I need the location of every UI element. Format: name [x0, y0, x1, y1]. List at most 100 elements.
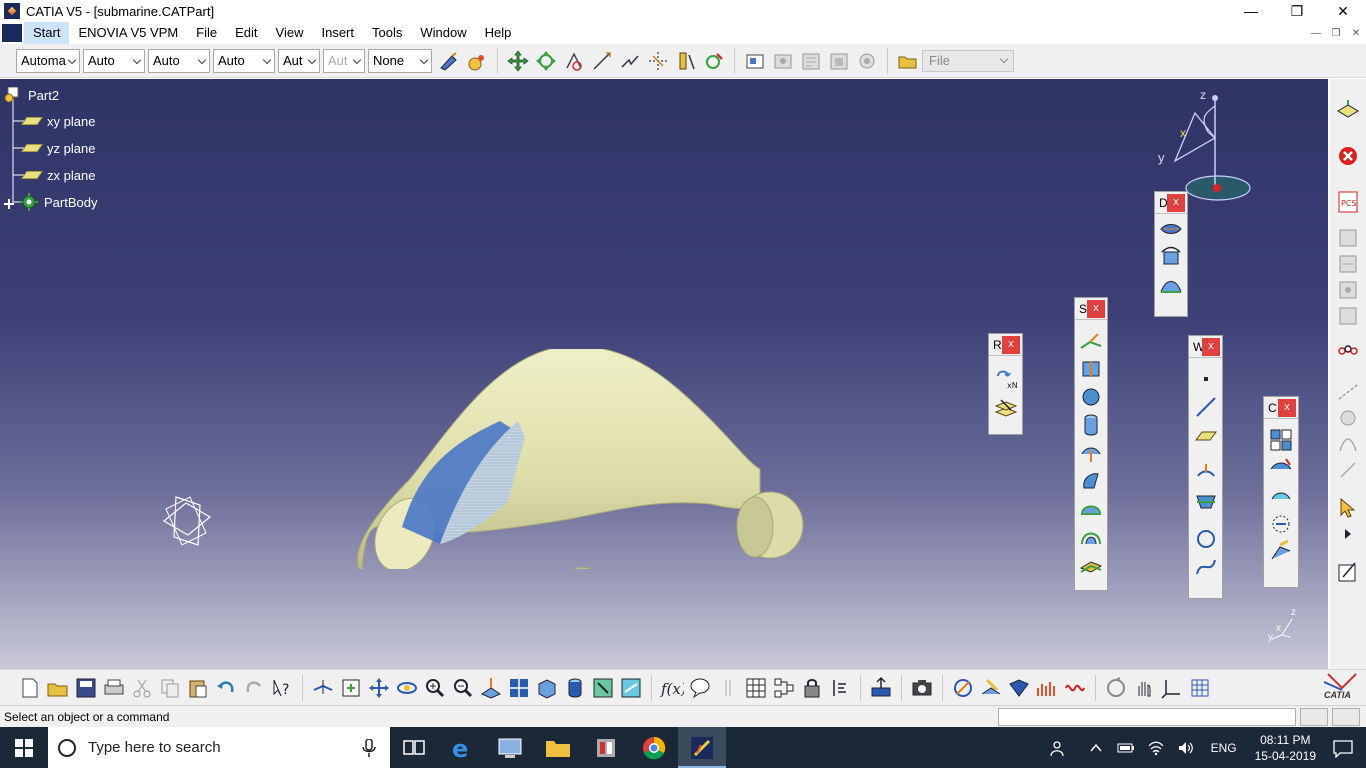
close-r-button[interactable]: x: [1002, 336, 1020, 354]
spline-icon[interactable]: [1193, 554, 1219, 580]
expand-plus-icon[interactable]: [4, 197, 14, 209]
catia-app[interactable]: [678, 727, 726, 768]
zoom-in-icon[interactable]: [423, 676, 447, 700]
menu-view[interactable]: View: [267, 22, 313, 44]
multi-view-icon[interactable]: [507, 676, 531, 700]
restore-button[interactable]: ❐: [1274, 0, 1320, 22]
battery-icon[interactable]: [1117, 741, 1135, 755]
tree-item-zx-plane[interactable]: zx plane: [21, 165, 95, 185]
chrome-app[interactable]: [630, 727, 678, 768]
workbench-icon[interactable]: [1335, 97, 1361, 123]
planes-between-icon[interactable]: [993, 394, 1019, 420]
hand-icon[interactable]: [1132, 676, 1156, 700]
graph-icon[interactable]: [772, 676, 796, 700]
apply-material-icon[interactable]: [464, 48, 490, 74]
sweep-icon[interactable]: [1078, 468, 1104, 494]
start-button[interactable]: [0, 727, 48, 768]
tool-disabled-3-icon[interactable]: [1335, 277, 1361, 303]
pcs-icon[interactable]: PCS: [1335, 189, 1361, 215]
tool-disabled-2-icon[interactable]: [1335, 251, 1361, 277]
swap-visible-icon[interactable]: [619, 676, 643, 700]
blend-icon[interactable]: [1078, 552, 1104, 578]
select-cursor-icon[interactable]: [1335, 495, 1361, 521]
redo-icon[interactable]: [242, 676, 266, 700]
sketch-icon[interactable]: [1335, 559, 1361, 585]
copy-icon[interactable]: [158, 676, 182, 700]
tool-disabled-8-icon[interactable]: [1335, 457, 1361, 483]
line-type-dropdown[interactable]: Auto: [213, 48, 275, 73]
edge-app[interactable]: e: [438, 727, 486, 768]
undo-icon[interactable]: [214, 676, 238, 700]
cut-icon[interactable]: [130, 676, 154, 700]
whats-this-icon[interactable]: ?: [270, 676, 294, 700]
cylinder-icon[interactable]: [1078, 412, 1104, 438]
catalog-disabled-4-icon[interactable]: [854, 48, 880, 74]
analysis-5-icon[interactable]: [1063, 676, 1087, 700]
grid-icon[interactable]: [1188, 676, 1212, 700]
shading-icon[interactable]: [563, 676, 587, 700]
snap-arrows-icon[interactable]: [533, 48, 559, 74]
menu-enovia[interactable]: ENOVIA V5 VPM: [69, 22, 187, 44]
table-icon[interactable]: [744, 676, 768, 700]
plane-icon[interactable]: [1193, 422, 1219, 448]
sphere-icon[interactable]: [1078, 384, 1104, 410]
menu-tools[interactable]: Tools: [363, 22, 411, 44]
analysis-ruler-icon[interactable]: [673, 48, 699, 74]
join-icon[interactable]: [1268, 427, 1294, 453]
exit-sketch-icon[interactable]: [1335, 143, 1361, 169]
file-explorer-app[interactable]: [534, 727, 582, 768]
offset-icon[interactable]: [1078, 440, 1104, 466]
paste-icon[interactable]: [186, 676, 210, 700]
catalog-disabled-2-icon[interactable]: [798, 48, 824, 74]
measure-update-icon[interactable]: [828, 676, 852, 700]
compass-tool-icon[interactable]: [561, 48, 587, 74]
tool-disabled-4-icon[interactable]: [1335, 303, 1361, 329]
pan-icon[interactable]: [367, 676, 391, 700]
close-s-button[interactable]: x: [1087, 300, 1105, 318]
print-icon[interactable]: [102, 676, 126, 700]
camera-icon[interactable]: [910, 676, 934, 700]
language-indicator[interactable]: ENG: [1211, 741, 1237, 755]
save-icon[interactable]: [74, 676, 98, 700]
knowledge-icon[interactable]: [688, 676, 712, 700]
iso-view-icon[interactable]: [535, 676, 559, 700]
fillet-icon[interactable]: [1268, 539, 1294, 565]
rotate-icon[interactable]: [395, 676, 419, 700]
open-icon[interactable]: [46, 676, 70, 700]
menu-edit[interactable]: Edit: [226, 22, 266, 44]
update-icon[interactable]: [869, 676, 893, 700]
extract-icon[interactable]: [1268, 483, 1294, 509]
tree-root-part2[interactable]: Part2: [4, 85, 59, 105]
doc-minimize-button[interactable]: —: [1306, 22, 1326, 44]
measure-between-icon[interactable]: [589, 48, 615, 74]
doc-restore-button[interactable]: ❐: [1326, 22, 1346, 44]
zoom-out-icon[interactable]: [451, 676, 475, 700]
measure-item-icon[interactable]: [617, 48, 643, 74]
expand-arrow-icon[interactable]: [1335, 521, 1361, 547]
cad-app[interactable]: [582, 727, 630, 768]
status-button-1[interactable]: [1300, 708, 1328, 726]
none-dropdown[interactable]: None: [368, 48, 432, 73]
extrude-surface-icon[interactable]: [1158, 244, 1184, 270]
close-w-button[interactable]: x: [1202, 338, 1220, 356]
projection-icon[interactable]: [1193, 460, 1219, 486]
menu-file[interactable]: File: [187, 22, 226, 44]
revolve-icon[interactable]: [1078, 356, 1104, 382]
analysis-3-icon[interactable]: [1007, 676, 1031, 700]
fly-mode-icon[interactable]: [311, 676, 335, 700]
3d-viewport[interactable]: Part2 xy plane yz plane zx plane PartBod…: [0, 79, 1328, 669]
painter-icon[interactable]: [436, 48, 462, 74]
people-tray-icon[interactable]: [1049, 738, 1069, 758]
multi-sections-icon[interactable]: [1078, 524, 1104, 550]
circle-icon[interactable]: [1193, 526, 1219, 552]
tree-item-partbody[interactable]: PartBody: [4, 192, 97, 212]
layer-dropdown[interactable]: Aut: [323, 48, 365, 73]
clock[interactable]: 08:11 PM 15-04-2019: [1255, 732, 1316, 764]
menu-help[interactable]: Help: [476, 22, 521, 44]
split-icon[interactable]: [1268, 455, 1294, 481]
color-dropdown[interactable]: Automa: [16, 48, 80, 73]
tool-disabled-1-icon[interactable]: [1335, 225, 1361, 251]
3d-compass[interactable]: z x y: [1150, 88, 1255, 206]
pan-arrows-icon[interactable]: [505, 48, 531, 74]
tree-item-xy-plane[interactable]: xy plane: [21, 111, 95, 131]
